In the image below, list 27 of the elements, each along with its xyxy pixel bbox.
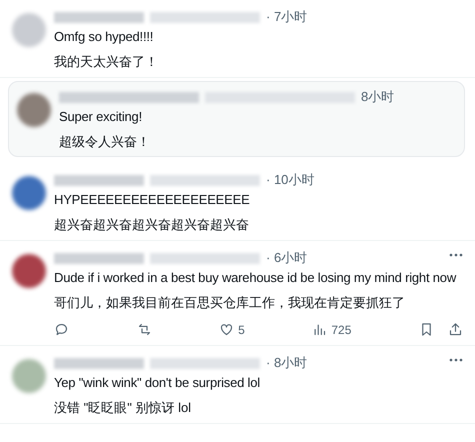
timestamp[interactable]: · 7小时 xyxy=(266,8,308,26)
avatar[interactable] xyxy=(12,254,46,288)
comment-text: Yep "wink wink" don't be surprised lol xyxy=(54,374,261,392)
timestamp[interactable]: · 10小时 xyxy=(266,171,314,189)
more-icon[interactable] xyxy=(449,358,463,362)
reply-icon[interactable] xyxy=(54,322,69,337)
translation-text: 哥们儿，如果我目前在百思买仓库工作，我现在肯定要抓狂了 xyxy=(54,294,406,312)
repost-icon[interactable] xyxy=(136,322,152,337)
translation-text: 我的天太兴奋了！ xyxy=(54,53,159,71)
views-icon[interactable] xyxy=(312,322,328,337)
translation-text: 超兴奋超兴奋超兴奋超兴奋超兴奋 xyxy=(54,216,250,234)
more-icon[interactable] xyxy=(449,253,463,257)
view-count: 725 xyxy=(331,322,352,336)
like-count: 5 xyxy=(238,322,245,336)
share-icon[interactable] xyxy=(448,322,463,337)
translation-text: 超级令人兴奋！ xyxy=(59,133,151,151)
comment-text: Super exciting! xyxy=(59,108,143,126)
avatar[interactable] xyxy=(17,93,51,127)
timestamp[interactable]: · 6小时 xyxy=(266,249,308,267)
comment-text: HYPEEEEEEEEEEEEEEEEEEEE xyxy=(54,191,251,209)
comment-text: Omfg so hyped!!!! xyxy=(54,28,154,46)
timestamp[interactable]: · 8小时 xyxy=(266,354,308,372)
translation-text: 没错 "眨眨眼" 别惊讶 lol xyxy=(54,399,192,417)
comment-text: Dude if i worked in a best buy warehouse id be losing my mind right now xyxy=(54,269,458,287)
timestamp[interactable]: 8小时 xyxy=(361,88,394,106)
like-icon[interactable] xyxy=(219,322,234,337)
avatar[interactable] xyxy=(12,176,46,210)
